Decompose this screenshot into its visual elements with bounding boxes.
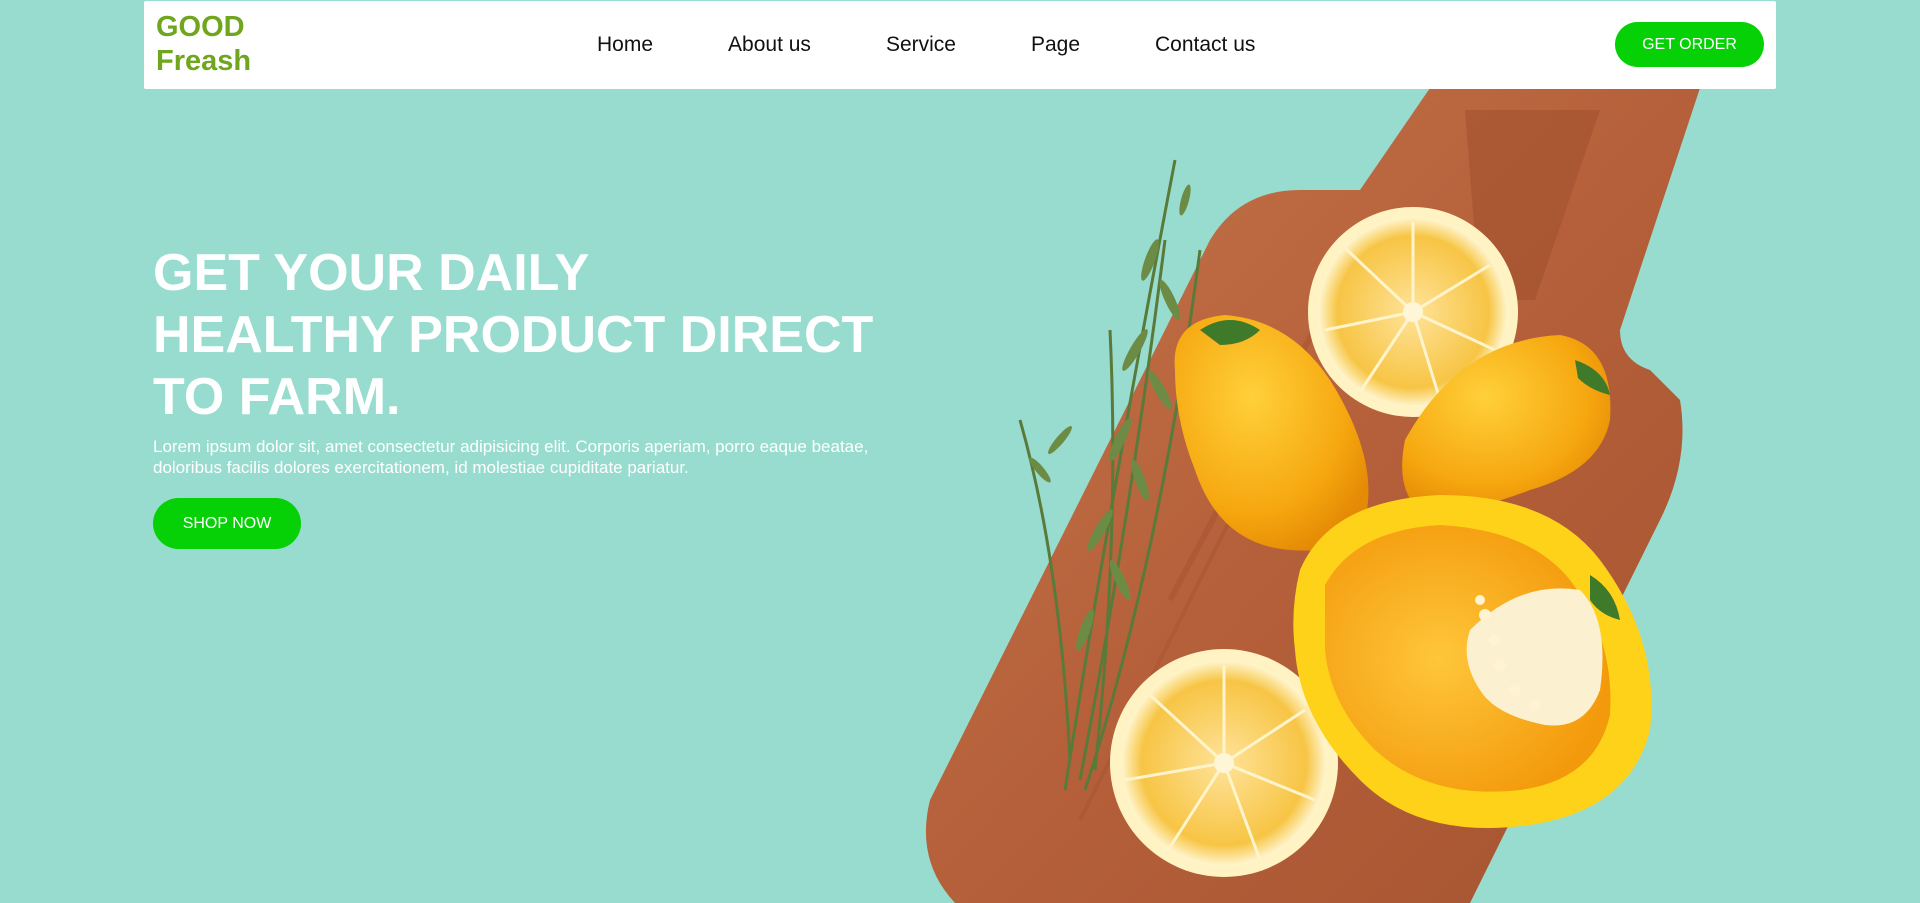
nav-link-contact-us[interactable]: Contact us bbox=[1155, 33, 1255, 57]
hero-headline-line: GET YOUR DAILY bbox=[153, 244, 590, 302]
hero-section: GOOD Freash Home About us Service Page C… bbox=[0, 0, 1920, 903]
nav-link-page[interactable]: Page bbox=[1031, 33, 1080, 57]
get-order-button[interactable]: GET ORDER bbox=[1615, 22, 1764, 67]
hero-description-line: Lorem ipsum dolor sit, amet consectetur … bbox=[153, 437, 869, 456]
shop-now-button[interactable]: SHOP NOW bbox=[153, 498, 301, 549]
brand-logo-line1: GOOD bbox=[156, 11, 245, 43]
brand-logo-line2: Freash bbox=[156, 45, 252, 77]
nav-link-about-us[interactable]: About us bbox=[728, 33, 811, 57]
nav-link-home[interactable]: Home bbox=[597, 33, 653, 57]
top-navbar: GOOD Freash Home About us Service Page C… bbox=[144, 1, 1776, 89]
nav-menu: Home About us Service Page Contact us bbox=[597, 1, 1330, 89]
hero-description: Lorem ipsum dolor sit, amet consectetur … bbox=[153, 436, 913, 478]
hero-headline: GET YOUR DAILY HEALTHY PRODUCT DIRECT TO… bbox=[153, 242, 953, 428]
hero-content: GET YOUR DAILY HEALTHY PRODUCT DIRECT TO… bbox=[153, 242, 953, 549]
nav-link-service[interactable]: Service bbox=[886, 33, 956, 57]
hero-description-line: doloribus facilis dolores exercitationem… bbox=[153, 458, 689, 477]
hero-headline-line: TO FARM. bbox=[153, 368, 401, 426]
hero-headline-line: HEALTHY PRODUCT DIRECT bbox=[153, 306, 874, 364]
brand-logo[interactable]: GOOD Freash bbox=[156, 10, 251, 78]
